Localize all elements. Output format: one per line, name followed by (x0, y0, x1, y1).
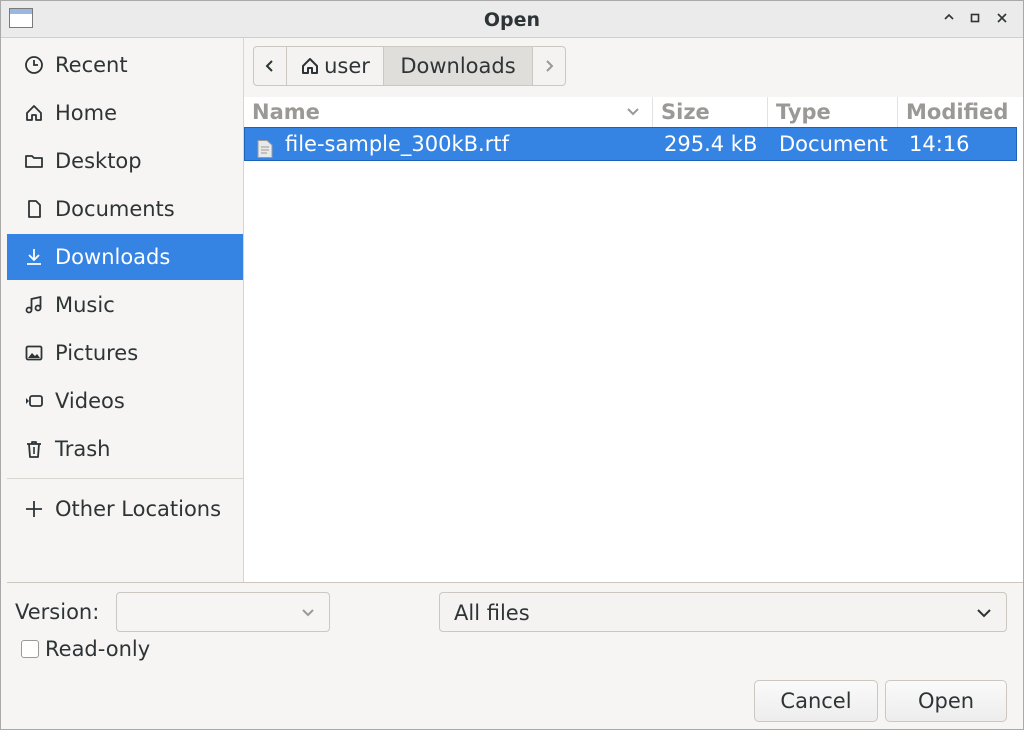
sidebar-item-label: Pictures (55, 341, 139, 365)
minimize-button[interactable] (941, 10, 957, 26)
sidebar-item-label: Music (55, 293, 115, 317)
window-title: Open (483, 9, 541, 31)
chevron-left-icon (265, 60, 273, 72)
sidebar-item-label: Recent (55, 53, 128, 77)
sidebar-item-label: Home (55, 101, 118, 125)
file-type: Document (779, 132, 888, 156)
path-bar: user Downloads (253, 46, 566, 86)
column-header-label: Size (661, 100, 710, 124)
table-row[interactable]: file-sample_300kB.rtf 295.4 kB Document … (244, 127, 1017, 161)
sidebar-item-documents[interactable]: Documents (7, 186, 243, 232)
cancel-button[interactable]: Cancel (754, 680, 878, 722)
column-header-modified[interactable]: Modified (898, 97, 1023, 127)
places-sidebar: Recent Home Desktop Documents Downloads (7, 38, 244, 582)
chevron-down-icon (977, 609, 991, 618)
footer-divider (7, 582, 1023, 583)
column-header-type[interactable]: Type (768, 97, 898, 127)
read-only-label[interactable]: Read-only (45, 637, 150, 661)
path-home-label: user (324, 54, 370, 78)
music-note-icon (23, 294, 45, 316)
download-icon (23, 246, 45, 268)
chevron-down-icon (302, 609, 314, 617)
file-modified: 14:16 (909, 132, 970, 156)
file-list: Name Size Type Modified file-sample_300k… (244, 97, 1023, 582)
home-icon (23, 102, 45, 124)
path-current-label: Downloads (400, 54, 516, 78)
file-size: 295.4 kB (664, 132, 758, 156)
column-header-label: Type (776, 100, 831, 124)
plus-icon (23, 498, 45, 520)
sidebar-divider (7, 478, 243, 479)
sidebar-item-label: Documents (55, 197, 175, 221)
version-combo[interactable] (116, 592, 330, 632)
picture-icon (23, 342, 45, 364)
path-back-button[interactable] (254, 47, 287, 85)
open-button-label: Open (917, 689, 975, 713)
file-name: file-sample_300kB.rtf (285, 132, 509, 156)
sidebar-item-other-locations[interactable]: Other Locations (7, 486, 243, 532)
minimize-icon (944, 13, 954, 20)
column-header-label: Modified (906, 100, 1009, 124)
close-button[interactable] (994, 10, 1010, 26)
sidebar-item-label: Desktop (55, 149, 142, 173)
sidebar-item-videos[interactable]: Videos (7, 378, 243, 424)
file-document-icon (257, 135, 273, 158)
trash-icon (23, 438, 45, 460)
file-filter-combo[interactable]: All files (439, 592, 1007, 632)
document-icon (23, 198, 45, 220)
read-only-checkbox[interactable] (21, 640, 39, 658)
chevron-down-icon (627, 108, 639, 116)
cancel-button-label: Cancel (780, 689, 852, 713)
sidebar-item-home[interactable]: Home (7, 90, 243, 136)
path-home-button[interactable]: user (287, 47, 384, 85)
title-bar: Open (1, 1, 1023, 38)
sidebar-item-label: Other Locations (55, 497, 222, 521)
open-button[interactable]: Open (885, 680, 1007, 722)
file-filter-value: All files (454, 601, 530, 625)
sidebar-item-label: Videos (55, 389, 125, 413)
close-icon (997, 13, 1007, 23)
sidebar-item-pictures[interactable]: Pictures (7, 330, 243, 376)
sidebar-item-music[interactable]: Music (7, 282, 243, 328)
home-icon (302, 58, 319, 74)
path-forward-button[interactable] (533, 47, 565, 85)
chevron-right-icon (546, 60, 554, 72)
sidebar-item-downloads[interactable]: Downloads (7, 234, 243, 280)
sidebar-item-label: Trash (55, 437, 111, 461)
maximize-icon (970, 13, 980, 23)
column-header-name[interactable]: Name (244, 97, 653, 127)
open-file-dialog: Open Recent Home Desktop Documents Downl… (0, 0, 1024, 730)
sidebar-item-recent[interactable]: Recent (7, 42, 243, 88)
maximize-button[interactable] (967, 10, 983, 26)
column-header-label: Name (252, 100, 320, 124)
path-current-downloads[interactable]: Downloads (384, 47, 533, 85)
video-camera-icon (23, 390, 45, 412)
column-header-size[interactable]: Size (653, 97, 768, 127)
clock-icon (23, 54, 45, 76)
version-label: Version: (15, 600, 100, 624)
sidebar-item-trash[interactable]: Trash (7, 426, 243, 472)
sidebar-item-label: Downloads (55, 245, 171, 269)
folder-icon (23, 150, 45, 172)
sidebar-item-desktop[interactable]: Desktop (7, 138, 243, 184)
